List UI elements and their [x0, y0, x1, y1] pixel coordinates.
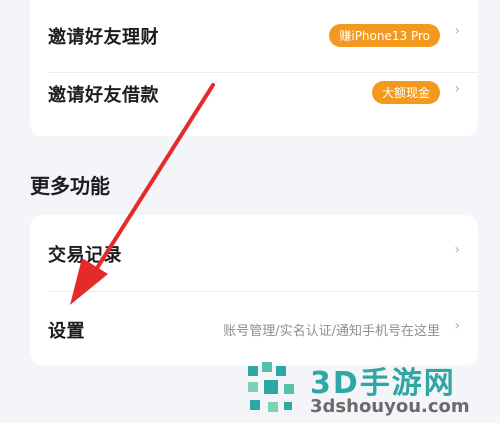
watermark-url: 3dshouyou.com: [310, 396, 470, 417]
watermark: 3D手游网 3dshouyou.com: [240, 356, 500, 423]
watermark-logo-icon: [248, 362, 294, 412]
